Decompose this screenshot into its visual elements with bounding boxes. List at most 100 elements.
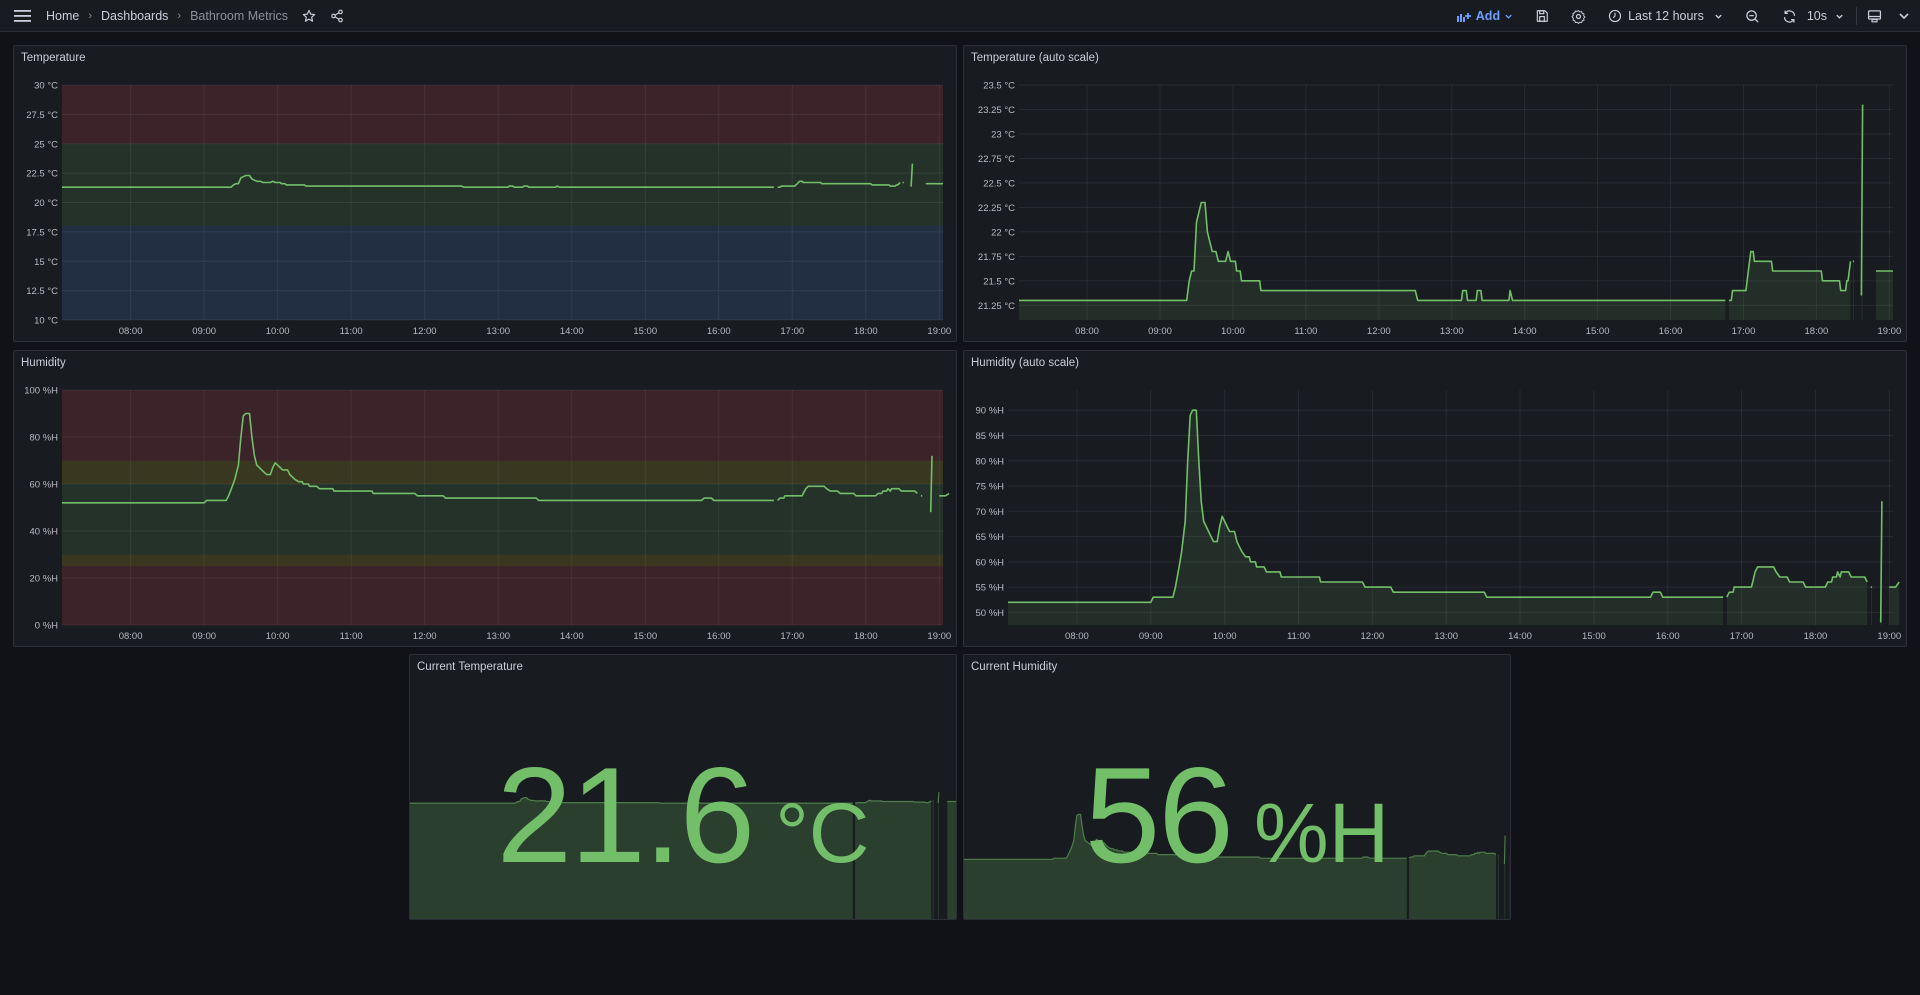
humidity-auto-scale-chart[interactable]: 50 %H 55 %H 60 %H 65 %H 70 %H 75 %H 80 %H 85 %H… <box>964 351 1907 647</box>
threshold-band-yellow <box>62 460 943 484</box>
y-tick-label: 50 %H <box>975 608 1004 619</box>
x-tick-label: 16:00 <box>707 631 731 642</box>
y-tick-label: 80 %H <box>29 433 58 444</box>
y-tick-label: 21.5 °C <box>983 276 1015 287</box>
humidity-panel[interactable]: Humidity 0 %H 20 %H 40 %H 60 %H 80 %H 100 %H 0… <box>13 350 957 647</box>
y-tick-label: 23.25 °C <box>978 105 1015 116</box>
y-tick-label: 12.5 °C <box>26 286 58 297</box>
x-tick-label: 12:00 <box>413 326 437 337</box>
refresh-interval-picker[interactable]: 10s <box>1807 9 1844 23</box>
y-tick-label: 60 %H <box>975 557 1004 568</box>
y-tick-label: 90 %H <box>975 406 1004 417</box>
x-tick-label: 12:00 <box>413 631 437 642</box>
y-tick-label: 27.5 °C <box>26 110 58 121</box>
temperature-chart[interactable]: 10 °C 12.5 °C 15 °C 17.5 °C 20 °C 22.5 °C 25 °… <box>14 46 957 342</box>
star-icon[interactable] <box>302 9 316 23</box>
y-tick-label: 15 °C <box>34 257 58 268</box>
temperature-panel[interactable]: Temperature 10 °C 12.5 °C 15 °C 17.5 °C 20 °… <box>13 45 957 342</box>
series-area <box>1019 202 1726 320</box>
x-tick-label: 14:00 <box>560 631 584 642</box>
x-tick-label: 10:00 <box>1221 326 1245 337</box>
x-tick-label: 11:00 <box>1287 631 1310 642</box>
stat-number: 21.6 <box>496 739 756 891</box>
y-tick-label: 23.5 °C <box>983 81 1015 92</box>
x-tick-label: 10:00 <box>266 631 290 642</box>
save-icon[interactable] <box>1535 9 1549 23</box>
threshold-band-green <box>62 484 943 555</box>
y-tick-label: 20 °C <box>34 198 58 209</box>
series-line <box>1008 409 1724 604</box>
x-tick-label: 16:00 <box>707 326 731 337</box>
chevron-down-icon[interactable] <box>1898 10 1910 22</box>
x-tick-label: 14:00 <box>560 326 584 337</box>
y-tick-label: 75 %H <box>975 482 1004 493</box>
series-area <box>1852 261 1855 320</box>
threshold-band-yellow <box>62 554 943 567</box>
x-tick-label: 09:00 <box>1148 326 1172 337</box>
stat-number: 56 <box>1084 739 1234 891</box>
y-tick-label: 23 °C <box>991 129 1015 140</box>
y-tick-label: 30 °C <box>34 81 58 92</box>
x-tick-label: 10:00 <box>266 326 290 337</box>
y-tick-label: 0 %H <box>35 621 58 632</box>
current-humidity-value: 56 %H <box>964 737 1510 893</box>
humidity-auto-scale-panel[interactable]: Humidity (auto scale) 50 %H 55 %H 60 %H 65 … <box>963 350 1907 647</box>
x-tick-label: 18:00 <box>1805 326 1829 337</box>
share-icon[interactable] <box>330 9 344 23</box>
x-tick-label: 18:00 <box>854 326 878 337</box>
monitor-icon[interactable] <box>1867 9 1882 24</box>
y-tick-label: 20 %H <box>29 574 58 585</box>
x-tick-label: 13:00 <box>1434 631 1458 642</box>
x-tick-label: 08:00 <box>119 326 143 337</box>
y-tick-label: 40 %H <box>29 527 58 538</box>
stat-unit: %H <box>1253 786 1390 880</box>
x-tick-label: 10:00 <box>1213 631 1237 642</box>
series-area <box>1870 587 1873 625</box>
x-tick-label: 15:00 <box>1582 631 1606 642</box>
time-range-picker[interactable]: Last 12 hours <box>1608 9 1723 23</box>
temperature-auto-scale-chart[interactable]: 21.25 °C 21.5 °C 21.75 °C 22 °C 22.25 °C 22.5… <box>964 46 1907 342</box>
breadcrumb-separator-icon: › <box>177 9 182 22</box>
breadcrumb-dashboards[interactable]: Dashboards <box>101 9 168 23</box>
series-area <box>1008 410 1724 625</box>
x-tick-label: 19:00 <box>927 326 951 337</box>
y-tick-label: 60 %H <box>29 480 58 491</box>
hamburger-icon[interactable] <box>14 9 32 23</box>
x-tick-label: 17:00 <box>780 326 804 337</box>
x-tick-label: 14:00 <box>1508 631 1532 642</box>
refresh-interval-label: 10s <box>1806 9 1827 23</box>
breadcrumb-home[interactable]: Home <box>46 9 79 23</box>
threshold-band-green <box>62 143 943 226</box>
current-temperature-panel[interactable]: Current Temperature 21.6 °C <box>409 654 957 920</box>
y-tick-label: 22.5 °C <box>983 178 1015 189</box>
temperature-auto-scale-panel[interactable]: Temperature (auto scale) 21.25 °C 21.5 °C… <box>963 45 1907 342</box>
x-tick-label: 13:00 <box>486 631 510 642</box>
chevron-down-icon <box>1505 14 1512 19</box>
y-tick-label: 25 °C <box>34 139 58 150</box>
zoom-out-icon[interactable] <box>1745 9 1760 24</box>
y-tick-label: 22 °C <box>991 227 1015 238</box>
x-tick-label: 09:00 <box>1139 631 1163 642</box>
refresh-icon[interactable] <box>1782 9 1797 24</box>
gear-icon[interactable] <box>1571 9 1586 24</box>
x-tick-label: 19:00 <box>927 631 951 642</box>
x-tick-label: 13:00 <box>486 326 510 337</box>
x-tick-label: 17:00 <box>1732 326 1756 337</box>
humidity-chart[interactable]: 0 %H 20 %H 40 %H 60 %H 80 %H 100 %H 08:00 09:00… <box>14 351 957 647</box>
y-tick-label: 65 %H <box>975 532 1004 543</box>
add-button[interactable]: Add <box>1456 9 1513 23</box>
chevron-down-icon <box>1836 14 1843 19</box>
current-humidity-panel[interactable]: Current Humidity 56 %H <box>963 654 1511 920</box>
y-tick-label: 10 °C <box>34 316 58 327</box>
y-tick-label: 22.75 °C <box>978 154 1015 165</box>
x-tick-label: 08:00 <box>1075 326 1099 337</box>
time-range-label: Last 12 hours <box>1628 9 1704 23</box>
series-area <box>1726 566 1868 625</box>
series-line <box>1019 201 1726 302</box>
x-tick-label: 19:00 <box>1877 631 1901 642</box>
breadcrumb: Home › Dashboards › Bathroom Metrics <box>46 9 288 23</box>
x-tick-label: 16:00 <box>1656 631 1680 642</box>
x-tick-label: 18:00 <box>854 631 878 642</box>
x-tick-label: 09:00 <box>192 326 216 337</box>
breadcrumb-separator-icon: › <box>88 9 93 22</box>
